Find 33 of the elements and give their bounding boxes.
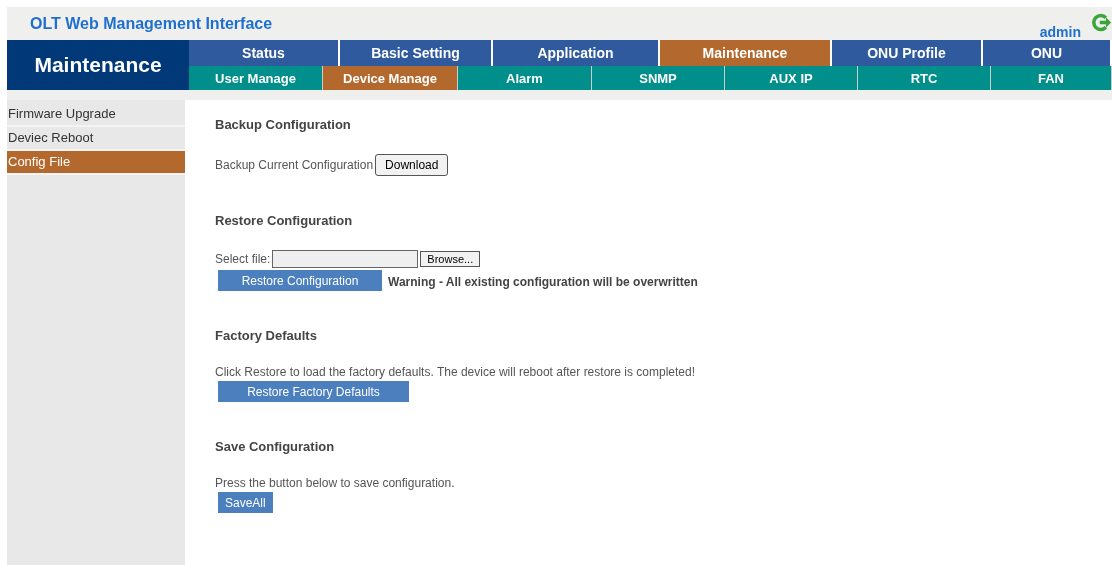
sub-tab[interactable]: User Manage	[189, 66, 323, 90]
instruction-text: Press the button below to save configuration.	[215, 476, 456, 490]
nav-tab[interactable]: ONU Profile	[832, 40, 983, 66]
sub-tab[interactable]: RTC	[858, 66, 991, 90]
section-title: Maintenance	[7, 40, 189, 90]
section-heading: Backup Configuration	[215, 117, 352, 132]
section-heading: Factory Defaults	[215, 328, 318, 343]
nav-tab[interactable]: Maintenance	[660, 40, 832, 66]
instruction-text: Click Restore to load the factory defaults. The device will reboot after restore is completed!	[215, 365, 696, 379]
nav-tab[interactable]: Application	[493, 40, 660, 66]
sub-tab[interactable]: FAN	[991, 66, 1112, 90]
action-button[interactable]: SaveAll	[218, 492, 273, 513]
browse-button[interactable]: Browse...	[420, 251, 481, 267]
sub-tab[interactable]: Device Manage	[323, 66, 458, 90]
warning-text: Warning - All existing configuration will be overwritten	[388, 275, 698, 289]
file-path-field[interactable]	[272, 250, 419, 268]
action-button[interactable]: Restore Factory Defaults	[218, 381, 409, 402]
field-label: Select file:	[215, 252, 271, 266]
nav-tab[interactable]: ONU	[983, 40, 1112, 66]
sub-tab[interactable]: AUX IP	[725, 66, 858, 90]
sidebar-item[interactable]: Config File	[7, 151, 185, 175]
restore-button[interactable]: Restore Configuration	[218, 270, 382, 291]
section-heading: Restore Configuration	[215, 213, 354, 228]
field-label: Backup Current Configuration	[215, 158, 374, 172]
user-link[interactable]: admin	[1039, 24, 1081, 40]
download-button[interactable]: Download	[375, 154, 449, 176]
sub-tab[interactable]: Alarm	[458, 66, 592, 90]
sub-tab[interactable]: SNMP	[592, 66, 725, 90]
logout-icon[interactable]	[1091, 12, 1112, 33]
section-heading: Save Configuration	[215, 439, 336, 454]
nav-tab[interactable]: Basic Setting	[340, 40, 493, 66]
app-title: OLT Web Management Interface	[30, 15, 273, 33]
nav-tab[interactable]: Status	[189, 40, 340, 66]
